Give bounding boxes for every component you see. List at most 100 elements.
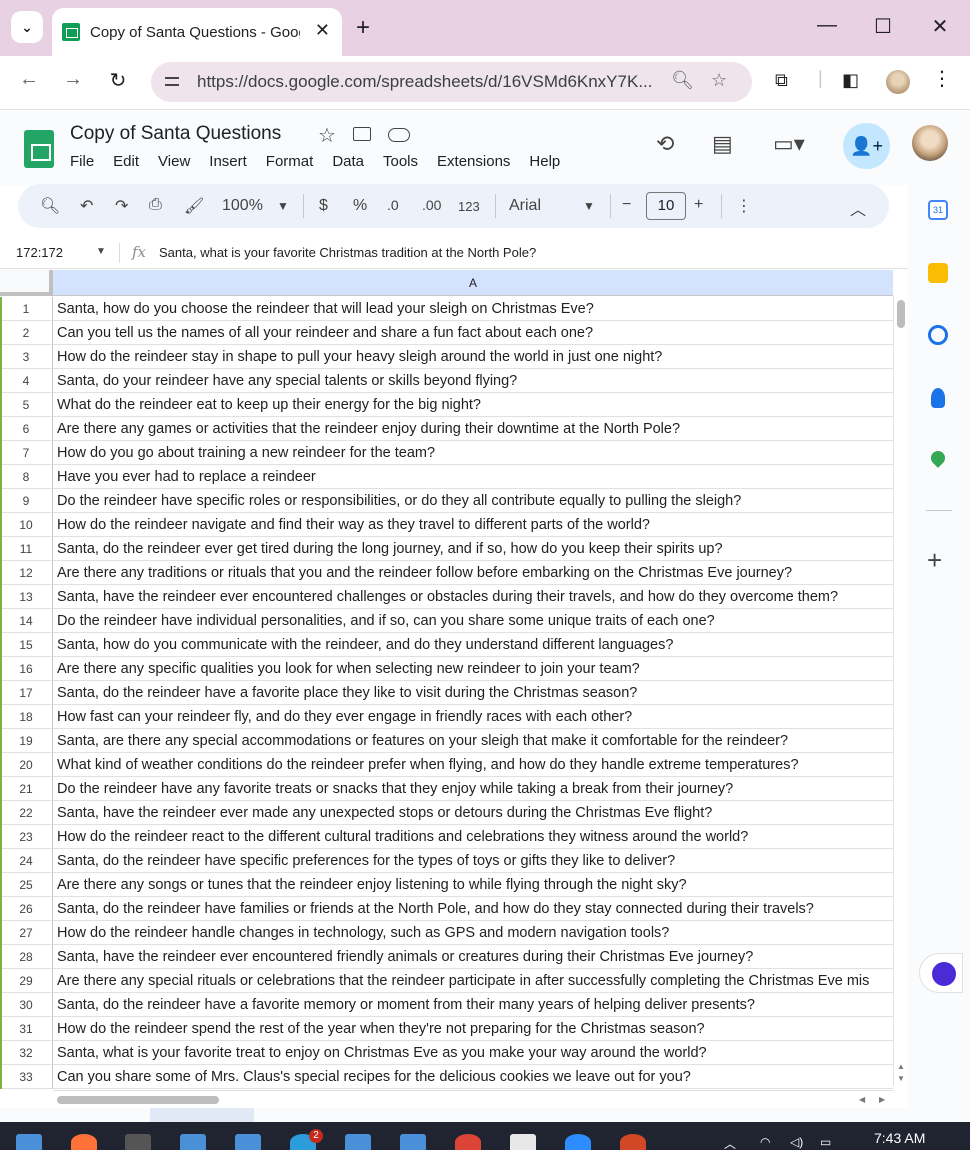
reload-icon[interactable]: ↻ <box>104 68 132 93</box>
row-number[interactable]: 22 <box>0 801 53 825</box>
menu-data[interactable]: Data <box>332 153 364 170</box>
firefox-icon[interactable] <box>71 1134 97 1150</box>
maps-icon[interactable] <box>928 448 948 468</box>
horizontal-scrollbar[interactable]: ◀ ▶ <box>53 1090 893 1108</box>
comment-icon[interactable]: ▤ <box>712 131 733 157</box>
chevron-down-icon[interactable]: ▼ <box>583 199 595 213</box>
document-title[interactable]: Copy of Santa Questions <box>70 123 281 145</box>
row-number[interactable]: 32 <box>0 1041 53 1065</box>
chrome-icon[interactable] <box>455 1134 481 1150</box>
cell-a[interactable]: What kind of weather conditions do the r… <box>53 753 893 777</box>
cell-a[interactable]: Santa, have the reindeer ever encountere… <box>53 945 893 969</box>
app-icon[interactable] <box>510 1134 536 1150</box>
cell-a[interactable]: How fast can your reindeer fly, and do t… <box>53 705 893 729</box>
cell-a[interactable]: Have you ever had to replace a reindeer <box>53 465 893 489</box>
maximize-icon[interactable]: ☐ <box>868 14 898 39</box>
percent-button[interactable]: % <box>353 197 367 215</box>
cell-a[interactable]: How do the reindeer stay in shape to pul… <box>53 345 893 369</box>
undo-icon[interactable]: ↶ <box>80 196 93 216</box>
row-number[interactable]: 23 <box>0 825 53 849</box>
menu-extensions[interactable]: Extensions <box>437 153 510 170</box>
row-number[interactable]: 9 <box>0 489 53 513</box>
more-formats-button[interactable]: 123 <box>458 199 480 214</box>
cloud-status-icon[interactable] <box>388 128 410 142</box>
font-select[interactable]: Arial <box>509 197 541 215</box>
scroll-down-icon[interactable]: ▼ <box>897 1074 905 1083</box>
file-explorer-icon[interactable] <box>16 1134 42 1150</box>
forward-arrow-icon[interactable]: → <box>59 68 87 91</box>
history-icon[interactable]: ⟲ <box>656 131 674 157</box>
cell-a[interactable]: Santa, do the reindeer have families or … <box>53 897 893 921</box>
cell-a[interactable]: How do the reindeer react to the differe… <box>53 825 893 849</box>
row-number[interactable]: 27 <box>0 921 53 945</box>
cell-a[interactable]: Santa, have the reindeer ever encountere… <box>53 585 893 609</box>
cell-a[interactable]: How do you go about training a new reind… <box>53 441 893 465</box>
menu-tools[interactable]: Tools <box>383 153 418 170</box>
formula-input[interactable]: Santa, what is your favorite Christmas t… <box>159 245 536 260</box>
cell-a[interactable]: Santa, have the reindeer ever made any u… <box>53 801 893 825</box>
plus-icon[interactable]: + <box>356 14 370 42</box>
cell-a[interactable]: Santa, how do you communicate with the r… <box>53 633 893 657</box>
cell-a[interactable]: Santa, do the reindeer ever get tired du… <box>53 537 893 561</box>
column-header-a[interactable]: A <box>53 270 893 296</box>
plus-icon[interactable]: + <box>694 196 703 214</box>
cell-a[interactable]: Are there any specific qualities you loo… <box>53 657 893 681</box>
minus-icon[interactable]: − <box>622 196 631 214</box>
cell-a[interactable]: Santa, do the reindeer have specific pre… <box>53 849 893 873</box>
redo-icon[interactable]: ↷ <box>115 196 128 216</box>
chevron-down-icon[interactable]: ▼ <box>96 246 106 257</box>
cell-a[interactable]: Are there any traditions or rituals that… <box>53 561 893 585</box>
battery-icon[interactable]: ▭ <box>820 1135 831 1149</box>
increase-decimal-button[interactable]: .00 <box>422 197 441 213</box>
vertical-scroll-thumb[interactable] <box>897 300 905 328</box>
zoom-icon[interactable]: 🔍︎ <box>671 70 694 91</box>
cell-a[interactable]: Santa, do the reindeer have a favorite p… <box>53 681 893 705</box>
chevron-up-icon[interactable]: ︿ <box>850 196 866 220</box>
cell-a[interactable]: How do the reindeer handle changes in te… <box>53 921 893 945</box>
cell-a[interactable]: How do the reindeer spend the rest of th… <box>53 1017 893 1041</box>
address-bar[interactable]: https://docs.google.com/spreadsheets/d/1… <box>151 62 752 102</box>
menu-insert[interactable]: Insert <box>209 153 247 170</box>
cell-a[interactable]: Do the reindeer have individual personal… <box>53 609 893 633</box>
cell-a[interactable]: Santa, do the reindeer have a favorite m… <box>53 993 893 1017</box>
print-icon[interactable]: ⎙ <box>149 196 162 214</box>
more-vert-icon[interactable]: ⋮ <box>932 66 952 91</box>
cell-a[interactable]: Santa, how do you choose the reindeer th… <box>53 297 893 321</box>
site-info-icon[interactable] <box>163 73 181 91</box>
chevron-up-icon[interactable]: ︿ <box>724 1135 736 1150</box>
cell-a[interactable]: Do the reindeer have specific roles or r… <box>53 489 893 513</box>
cell-a[interactable]: Santa, what is your favorite treat to en… <box>53 1041 893 1065</box>
contacts-icon[interactable] <box>931 388 945 408</box>
extensions-icon[interactable]: ⧉ <box>775 70 788 91</box>
cell-a[interactable]: Are there any songs or tunes that the re… <box>53 873 893 897</box>
cell-a[interactable]: Are there any special rituals or celebra… <box>53 969 893 993</box>
row-number[interactable]: 1 <box>0 297 53 321</box>
row-number[interactable]: 5 <box>0 393 53 417</box>
profile-avatar[interactable] <box>886 70 910 94</box>
back-arrow-icon[interactable]: ← <box>15 68 43 91</box>
menu-view[interactable]: View <box>158 153 190 170</box>
row-number[interactable]: 30 <box>0 993 53 1017</box>
scroll-up-icon[interactable]: ▲ <box>897 1062 905 1071</box>
row-number[interactable]: 31 <box>0 1017 53 1041</box>
browser-tab[interactable]: Copy of Santa Questions - Google Sheets … <box>52 8 342 56</box>
window-icon[interactable] <box>235 1134 261 1150</box>
row-number[interactable]: 26 <box>0 897 53 921</box>
window-icon[interactable] <box>180 1134 206 1150</box>
row-number[interactable]: 3 <box>0 345 53 369</box>
cell-a[interactable]: How do the reindeer navigate and find th… <box>53 513 893 537</box>
chevron-down-icon[interactable]: ▼ <box>277 199 289 213</box>
window-icon[interactable] <box>400 1134 426 1150</box>
row-number[interactable]: 19 <box>0 729 53 753</box>
row-number[interactable]: 24 <box>0 849 53 873</box>
paint-format-icon[interactable]: 🖌︎ <box>184 196 204 216</box>
zoom-app-icon[interactable] <box>565 1134 591 1150</box>
row-number[interactable]: 20 <box>0 753 53 777</box>
sheets-logo-icon[interactable] <box>24 130 54 168</box>
currency-button[interactable]: $ <box>319 197 328 215</box>
menu-file[interactable]: File <box>70 153 94 170</box>
plus-icon[interactable]: + <box>927 545 942 576</box>
move-folder-icon[interactable] <box>353 127 371 141</box>
assistant-button[interactable] <box>919 953 963 993</box>
share-button[interactable]: 👤+ <box>843 123 890 169</box>
